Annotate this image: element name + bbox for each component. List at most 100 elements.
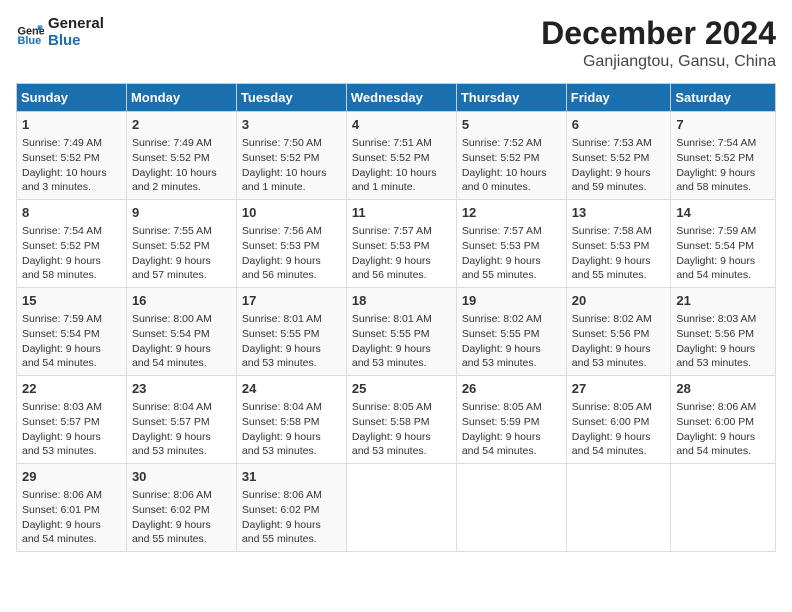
- day-info: Sunrise: 8:02 AM Sunset: 5:55 PM Dayligh…: [462, 312, 561, 371]
- day-number: 20: [572, 292, 666, 310]
- week-row-2: 8 Sunrise: 7:54 AM Sunset: 5:52 PM Daylig…: [17, 200, 776, 288]
- day-info: Sunrise: 8:06 AM Sunset: 6:01 PM Dayligh…: [22, 488, 121, 547]
- day-number: 26: [462, 380, 561, 398]
- day-number: 12: [462, 204, 561, 222]
- week-row-1: 1 Sunrise: 7:49 AM Sunset: 5:52 PM Daylig…: [17, 112, 776, 200]
- day-cell: 18 Sunrise: 8:01 AM Sunset: 5:55 PM Dayli…: [346, 288, 456, 376]
- day-cell: 10Sunrise: 7:56 AM Sunset: 5:53 PM Dayli…: [236, 200, 346, 288]
- day-info: Sunrise: 7:57 AM Sunset: 5:53 PM Dayligh…: [352, 224, 451, 283]
- day-number: 4: [352, 116, 451, 134]
- day-number: 2: [132, 116, 231, 134]
- day-number: 31: [242, 468, 341, 486]
- dow-friday: Friday: [566, 84, 671, 112]
- day-number: 5: [462, 116, 561, 134]
- day-cell: 24Sunrise: 8:04 AM Sunset: 5:58 PM Dayli…: [236, 376, 346, 464]
- dow-monday: Monday: [126, 84, 236, 112]
- day-cell: 25 Sunrise: 8:05 AM Sunset: 5:58 PM Dayli…: [346, 376, 456, 464]
- day-info: Sunrise: 8:06 AM Sunset: 6:02 PM Dayligh…: [242, 488, 341, 547]
- day-number: 15: [22, 292, 121, 310]
- day-info: Sunrise: 7:59 AM Sunset: 5:54 PM Dayligh…: [22, 312, 121, 371]
- day-cell: 16 Sunrise: 8:00 AM Sunset: 5:54 PM Dayli…: [126, 288, 236, 376]
- dow-wednesday: Wednesday: [346, 84, 456, 112]
- day-number: 13: [572, 204, 666, 222]
- calendar-table: SundayMondayTuesdayWednesdayThursdayFrid…: [16, 83, 776, 552]
- day-number: 8: [22, 204, 121, 222]
- day-cell: 22 Sunrise: 8:03 AM Sunset: 5:57 PM Dayli…: [17, 376, 127, 464]
- day-number: 29: [22, 468, 121, 486]
- title-block: December 2024 Ganjiangtou, Gansu, China: [541, 16, 776, 71]
- day-info: Sunrise: 8:02 AM Sunset: 5:56 PM Dayligh…: [572, 312, 666, 371]
- day-number: 27: [572, 380, 666, 398]
- day-info: Sunrise: 7:49 AM Sunset: 5:52 PM Dayligh…: [132, 136, 231, 195]
- day-info: Sunrise: 8:05 AM Sunset: 5:59 PM Dayligh…: [462, 400, 561, 459]
- dow-thursday: Thursday: [456, 84, 566, 112]
- day-cell: 30 Sunrise: 8:06 AM Sunset: 6:02 PM Dayli…: [126, 463, 236, 551]
- day-info: Sunrise: 7:54 AM Sunset: 5:52 PM Dayligh…: [22, 224, 121, 283]
- day-number: 23: [132, 380, 231, 398]
- day-cell: 26 Sunrise: 8:05 AM Sunset: 5:59 PM Dayli…: [456, 376, 566, 464]
- day-cell: 5 Sunrise: 7:52 AM Sunset: 5:52 PM Daylig…: [456, 112, 566, 200]
- day-number: 6: [572, 116, 666, 134]
- day-of-week-header: SundayMondayTuesdayWednesdayThursdayFrid…: [17, 84, 776, 112]
- day-number: 21: [676, 292, 770, 310]
- week-row-4: 22 Sunrise: 8:03 AM Sunset: 5:57 PM Dayli…: [17, 376, 776, 464]
- day-info: Sunrise: 7:53 AM Sunset: 5:52 PM Dayligh…: [572, 136, 666, 195]
- day-cell: 6 Sunrise: 7:53 AM Sunset: 5:52 PM Daylig…: [566, 112, 671, 200]
- day-number: 16: [132, 292, 231, 310]
- day-number: 18: [352, 292, 451, 310]
- day-cell: [671, 463, 776, 551]
- day-info: Sunrise: 8:01 AM Sunset: 5:55 PM Dayligh…: [242, 312, 341, 371]
- day-number: 25: [352, 380, 451, 398]
- day-cell: 2 Sunrise: 7:49 AM Sunset: 5:52 PM Daylig…: [126, 112, 236, 200]
- day-info: Sunrise: 8:01 AM Sunset: 5:55 PM Dayligh…: [352, 312, 451, 371]
- day-cell: 7Sunrise: 7:54 AM Sunset: 5:52 PM Daylig…: [671, 112, 776, 200]
- day-cell: 8 Sunrise: 7:54 AM Sunset: 5:52 PM Daylig…: [17, 200, 127, 288]
- day-info: Sunrise: 8:00 AM Sunset: 5:54 PM Dayligh…: [132, 312, 231, 371]
- day-cell: [346, 463, 456, 551]
- day-info: Sunrise: 7:51 AM Sunset: 5:52 PM Dayligh…: [352, 136, 451, 195]
- day-info: Sunrise: 8:06 AM Sunset: 6:02 PM Dayligh…: [132, 488, 231, 547]
- day-number: 11: [352, 204, 451, 222]
- day-cell: 27 Sunrise: 8:05 AM Sunset: 6:00 PM Dayli…: [566, 376, 671, 464]
- day-info: Sunrise: 7:58 AM Sunset: 5:53 PM Dayligh…: [572, 224, 666, 283]
- day-cell: 9Sunrise: 7:55 AM Sunset: 5:52 PM Daylig…: [126, 200, 236, 288]
- subtitle: Ganjiangtou, Gansu, China: [541, 53, 776, 71]
- day-info: Sunrise: 7:52 AM Sunset: 5:52 PM Dayligh…: [462, 136, 561, 195]
- day-cell: 19 Sunrise: 8:02 AM Sunset: 5:55 PM Dayli…: [456, 288, 566, 376]
- day-info: Sunrise: 8:03 AM Sunset: 5:57 PM Dayligh…: [22, 400, 121, 459]
- day-info: Sunrise: 7:57 AM Sunset: 5:53 PM Dayligh…: [462, 224, 561, 283]
- day-info: Sunrise: 7:49 AM Sunset: 5:52 PM Dayligh…: [22, 136, 121, 195]
- day-cell: 21Sunrise: 8:03 AM Sunset: 5:56 PM Dayli…: [671, 288, 776, 376]
- day-cell: 1 Sunrise: 7:49 AM Sunset: 5:52 PM Daylig…: [17, 112, 127, 200]
- day-cell: 13 Sunrise: 7:58 AM Sunset: 5:53 PM Dayli…: [566, 200, 671, 288]
- day-info: Sunrise: 8:05 AM Sunset: 5:58 PM Dayligh…: [352, 400, 451, 459]
- logo-line1: General: [48, 16, 104, 33]
- day-number: 1: [22, 116, 121, 134]
- dow-tuesday: Tuesday: [236, 84, 346, 112]
- day-number: 28: [676, 380, 770, 398]
- day-info: Sunrise: 8:05 AM Sunset: 6:00 PM Dayligh…: [572, 400, 666, 459]
- day-number: 17: [242, 292, 341, 310]
- day-cell: 12 Sunrise: 7:57 AM Sunset: 5:53 PM Dayli…: [456, 200, 566, 288]
- day-cell: 14Sunrise: 7:59 AM Sunset: 5:54 PM Dayli…: [671, 200, 776, 288]
- day-number: 22: [22, 380, 121, 398]
- day-cell: 17 Sunrise: 8:01 AM Sunset: 5:55 PM Dayli…: [236, 288, 346, 376]
- day-number: 30: [132, 468, 231, 486]
- day-number: 14: [676, 204, 770, 222]
- day-cell: 23Sunrise: 8:04 AM Sunset: 5:57 PM Dayli…: [126, 376, 236, 464]
- day-number: 3: [242, 116, 341, 134]
- day-number: 9: [132, 204, 231, 222]
- day-cell: 29 Sunrise: 8:06 AM Sunset: 6:01 PM Dayli…: [17, 463, 127, 551]
- day-number: 24: [242, 380, 341, 398]
- day-number: 19: [462, 292, 561, 310]
- day-cell: 11 Sunrise: 7:57 AM Sunset: 5:53 PM Dayli…: [346, 200, 456, 288]
- day-cell: 3Sunrise: 7:50 AM Sunset: 5:52 PM Daylig…: [236, 112, 346, 200]
- day-cell: [566, 463, 671, 551]
- day-cell: [456, 463, 566, 551]
- logo: General Blue General Blue: [16, 16, 104, 49]
- calendar-body: 1 Sunrise: 7:49 AM Sunset: 5:52 PM Daylig…: [17, 112, 776, 552]
- dow-sunday: Sunday: [17, 84, 127, 112]
- header: General Blue General Blue December 2024 …: [16, 16, 776, 71]
- main-title: December 2024: [541, 16, 776, 51]
- day-info: Sunrise: 8:06 AM Sunset: 6:00 PM Dayligh…: [676, 400, 770, 459]
